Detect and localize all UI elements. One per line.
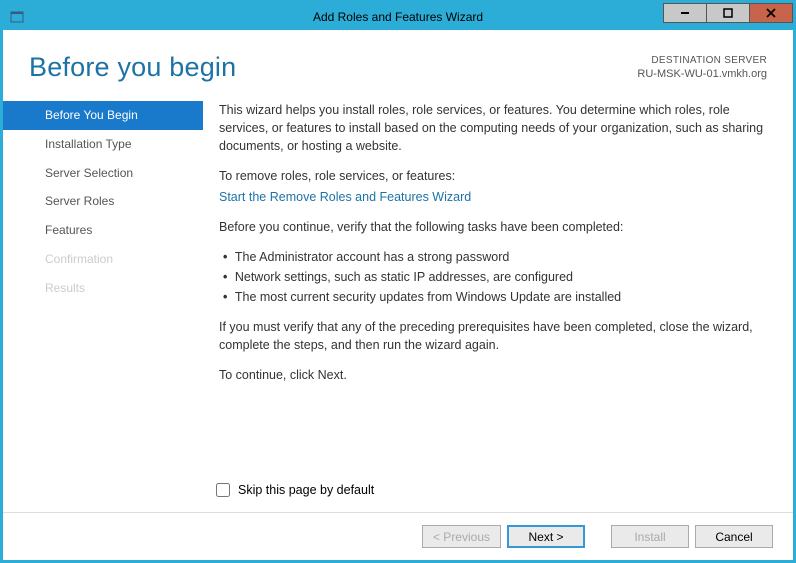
remove-label: To remove roles, role services, or featu… [219, 167, 767, 185]
remove-wizard-link[interactable]: Start the Remove Roles and Features Wiza… [219, 190, 471, 204]
list-item: Network settings, such as static IP addr… [223, 268, 767, 286]
app-icon [9, 9, 25, 25]
previous-button: < Previous [422, 525, 501, 548]
destination-info: DESTINATION SERVER RU-MSK-WU-01.vmkh.org [637, 54, 767, 81]
destination-label: DESTINATION SERVER [637, 54, 767, 67]
titlebar: Add Roles and Features Wizard [3, 3, 793, 30]
sidebar-item-before-you-begin[interactable]: Before You Begin [3, 101, 203, 130]
footer: < Previous Next > Install Cancel [3, 512, 793, 560]
cancel-button[interactable]: Cancel [695, 525, 773, 548]
window-controls [664, 3, 793, 23]
next-button[interactable]: Next > [507, 525, 585, 548]
verify-label: Before you continue, verify that the fol… [219, 218, 767, 236]
destination-server: RU-MSK-WU-01.vmkh.org [637, 67, 767, 81]
sidebar-item-confirmation: Confirmation [3, 245, 203, 274]
sidebar-item-results: Results [3, 274, 203, 303]
continue-text: To continue, click Next. [219, 366, 767, 384]
skip-page-label: Skip this page by default [238, 483, 374, 497]
close-button[interactable] [749, 3, 793, 23]
list-item: The most current security updates from W… [223, 288, 767, 306]
intro-text: This wizard helps you install roles, rol… [219, 101, 767, 155]
maximize-button[interactable] [706, 3, 750, 23]
body: Before You Begin Installation Type Serve… [3, 95, 793, 397]
prerequisite-list: The Administrator account has a strong p… [223, 248, 767, 306]
sidebar: Before You Begin Installation Type Serve… [3, 95, 203, 397]
page-title: Before you begin [29, 52, 236, 83]
sidebar-item-server-roles[interactable]: Server Roles [3, 187, 203, 216]
note-text: If you must verify that any of the prece… [219, 318, 767, 354]
sidebar-item-server-selection[interactable]: Server Selection [3, 159, 203, 188]
skip-page-checkbox[interactable] [216, 483, 230, 497]
window-title: Add Roles and Features Wizard [313, 10, 483, 24]
skip-page-checkbox-row[interactable]: Skip this page by default [216, 483, 374, 497]
sidebar-item-features[interactable]: Features [3, 216, 203, 245]
header: Before you begin DESTINATION SERVER RU-M… [3, 30, 793, 95]
sidebar-item-installation-type[interactable]: Installation Type [3, 130, 203, 159]
list-item: The Administrator account has a strong p… [223, 248, 767, 266]
install-button: Install [611, 525, 689, 548]
content: This wizard helps you install roles, rol… [203, 95, 793, 397]
minimize-button[interactable] [663, 3, 707, 23]
